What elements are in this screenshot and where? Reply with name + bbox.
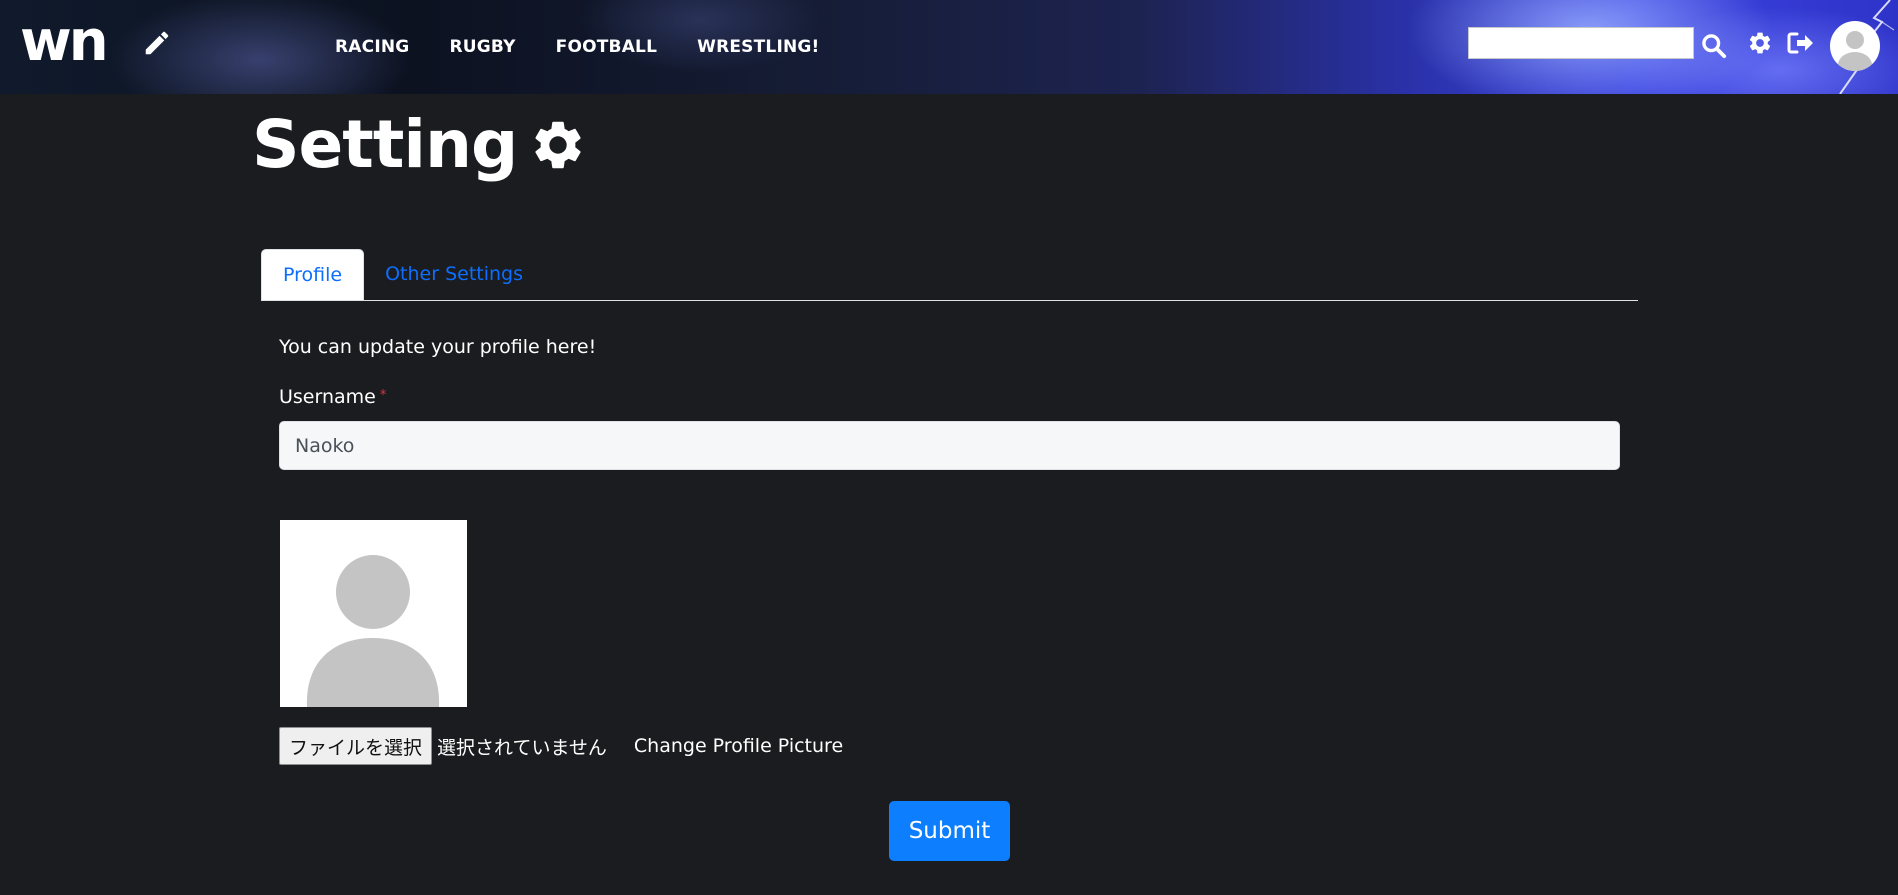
gear-title-icon <box>535 121 581 169</box>
gear-icon[interactable] <box>1747 30 1773 56</box>
main-nav: RACING RUGBY FOOTBALL WRESTLING! <box>335 0 860 94</box>
profile-picture <box>280 520 467 707</box>
nav-rugby[interactable]: RUGBY <box>449 37 515 57</box>
page-title-text: Setting <box>252 106 518 183</box>
change-profile-picture-label[interactable]: Change Profile Picture <box>634 735 843 757</box>
nav-wrestling[interactable]: WRESTLING! <box>697 37 819 57</box>
search-icon[interactable] <box>1700 32 1727 59</box>
settings-tabs: Profile Other Settings <box>261 249 1638 301</box>
avatar-icon <box>1838 31 1872 71</box>
nav-football[interactable]: FOOTBALL <box>556 37 658 57</box>
logout-icon[interactable] <box>1786 31 1814 55</box>
file-status-text: 選択されていません <box>437 736 607 759</box>
pencil-icon[interactable] <box>142 28 172 58</box>
choose-file-button[interactable]: ファイルを選択 <box>279 727 433 765</box>
tab-profile[interactable]: Profile <box>261 249 365 300</box>
intro-text: You can update your profile here! <box>279 336 597 358</box>
search-input[interactable] <box>1468 27 1694 59</box>
username-input[interactable] <box>279 421 1620 470</box>
tab-other-settings[interactable]: Other Settings <box>364 249 544 300</box>
site-header: wn RACING RUGBY FOOTBALL WRESTLING! <box>0 0 1898 94</box>
nav-racing[interactable]: RACING <box>335 37 409 57</box>
username-label-text: Username <box>279 386 376 408</box>
page-title: Setting <box>252 112 587 178</box>
username-label: Username * <box>279 386 386 408</box>
required-mark: * <box>379 388 387 403</box>
avatar[interactable] <box>1830 21 1880 71</box>
site-logo[interactable]: wn <box>20 14 120 70</box>
profile-placeholder-icon <box>306 555 440 707</box>
submit-button[interactable]: Submit <box>889 801 1010 861</box>
file-input-row: ファイルを選択 選択されていません Change Profile Picture <box>279 727 843 765</box>
